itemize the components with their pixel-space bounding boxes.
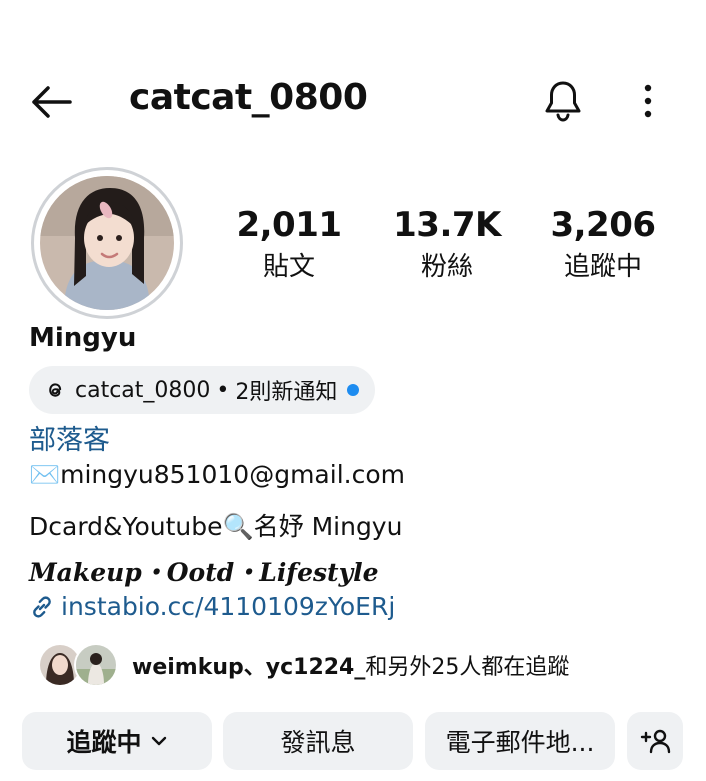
mutual-rest: 和另外25人都在追蹤 xyxy=(365,655,570,680)
email-button[interactable]: 電子郵件地... xyxy=(425,712,615,770)
following-count: 3,206 xyxy=(550,205,656,245)
posts-label: 貼文 xyxy=(262,252,315,282)
following-button-label: 追蹤中 xyxy=(66,728,142,757)
more-vertical-icon xyxy=(644,84,652,118)
chevron-down-icon xyxy=(151,736,166,746)
threads-notification-text: 2則新通知 xyxy=(235,380,338,405)
add-person-icon xyxy=(640,729,671,754)
threads-badge[interactable]: catcat_0800 • 2則新通知 xyxy=(29,366,376,414)
bell-icon xyxy=(545,81,581,122)
followers-label: 粉絲 xyxy=(420,252,473,282)
mutual-followers[interactable]: weimkup、yc1224_和另外25人都在追蹤 xyxy=(38,641,569,689)
display-name: Mingyu xyxy=(29,323,137,353)
message-button[interactable]: 發訊息 xyxy=(223,712,413,770)
back-arrow-icon xyxy=(32,86,72,118)
notifications-button[interactable] xyxy=(540,78,586,124)
stat-posts[interactable]: 2,011 貼文 xyxy=(214,204,364,286)
avatar[interactable] xyxy=(40,176,174,310)
message-button-label: 發訊息 xyxy=(280,728,356,757)
back-button[interactable] xyxy=(28,82,74,122)
following-label: 追蹤中 xyxy=(563,252,642,282)
mutual-names: weimkup、yc1224_ xyxy=(132,655,366,680)
email-button-label: 電子郵件地... xyxy=(445,728,595,757)
threads-separator: • xyxy=(216,377,230,403)
stat-followers[interactable]: 13.7K 粉絲 xyxy=(372,204,522,286)
bio-dcard-line: Dcard&Youtube🔍名妤 Mingyu xyxy=(29,512,403,541)
following-button[interactable]: 追蹤中 xyxy=(22,712,212,770)
notification-dot xyxy=(347,384,360,396)
suggested-users-button[interactable] xyxy=(627,712,683,770)
profile-username-title: catcat_0800 xyxy=(129,77,368,118)
bio-tagline: Makeup・Ootd・Lifestyle xyxy=(29,558,379,587)
threads-icon xyxy=(49,383,62,397)
bio-email-line: ✉️mingyu851010@gmail.com xyxy=(29,460,405,489)
more-options-button[interactable] xyxy=(636,82,660,122)
threads-username: catcat_0800 xyxy=(75,377,211,403)
stat-following[interactable]: 3,206 追蹤中 xyxy=(528,204,678,286)
bio-link[interactable]: instabio.cc/4110109zYoERj xyxy=(29,592,395,621)
bio-link-text: instabio.cc/4110109zYoERj xyxy=(61,592,396,621)
avatar-photo xyxy=(40,176,174,310)
followers-count: 13.7K xyxy=(393,205,501,245)
link-icon xyxy=(33,595,51,618)
profile-category: 部落客 xyxy=(29,425,110,456)
posts-count: 2,011 xyxy=(236,205,342,245)
mutual-followers-text: weimkup、yc1224_和另外25人都在追蹤 xyxy=(132,649,569,681)
mutual-avatar-2 xyxy=(74,643,118,687)
